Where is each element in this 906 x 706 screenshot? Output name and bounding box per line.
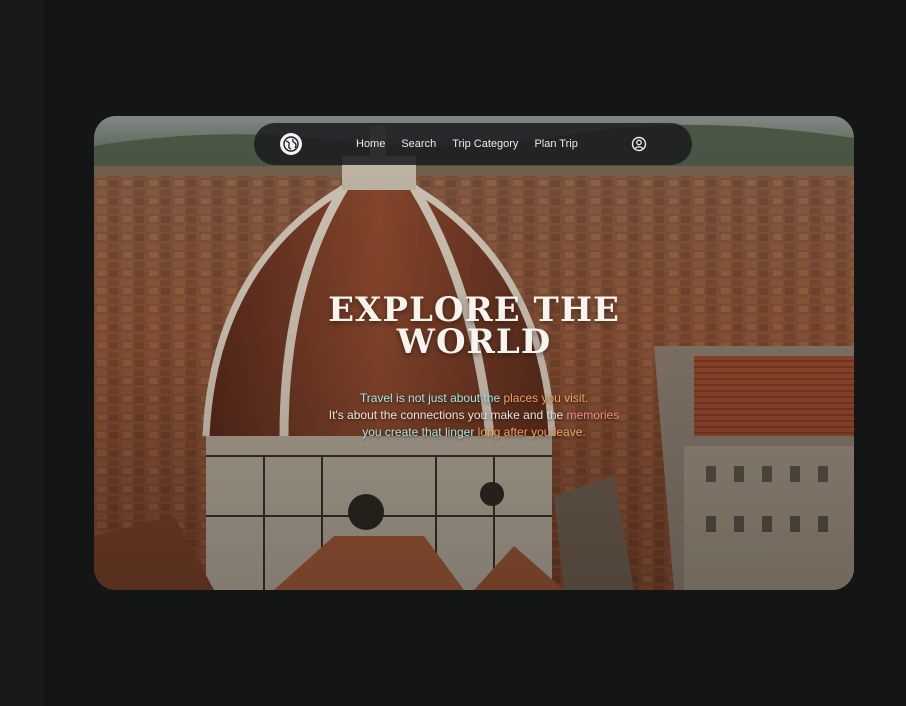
subtitle-line1-b: places you visit. <box>503 391 589 405</box>
top-navbar: Home Search Trip Category Plan Trip <box>254 123 692 165</box>
hero-card: Home Search Trip Category Plan Trip Expl… <box>94 116 854 590</box>
subtitle-line3-b: long after you leave. <box>477 425 586 439</box>
subtitle-line2-a: It's about the connections you make and … <box>328 408 567 422</box>
subtitle-line3-a: you create that linger <box>362 425 478 439</box>
hero-subtitle: Travel is not just about the places you … <box>294 390 654 441</box>
globe-logo-icon[interactable] <box>280 133 302 155</box>
nav-home-link[interactable]: Home <box>356 138 385 150</box>
hero-title-line2: world <box>396 322 552 362</box>
nav-search-link[interactable]: Search <box>401 138 436 150</box>
nav-links: Home Search Trip Category Plan Trip <box>356 123 578 165</box>
nav-plan-trip-link[interactable]: Plan Trip <box>534 138 577 150</box>
subtitle-line2-b: memories <box>566 408 620 422</box>
hero-title: Explore the world <box>264 293 684 362</box>
left-frame-edge <box>0 0 44 706</box>
subtitle-line1-a: Travel is not just about the <box>359 391 504 405</box>
nav-trip-category-link[interactable]: Trip Category <box>452 138 518 150</box>
user-icon[interactable] <box>630 135 648 153</box>
